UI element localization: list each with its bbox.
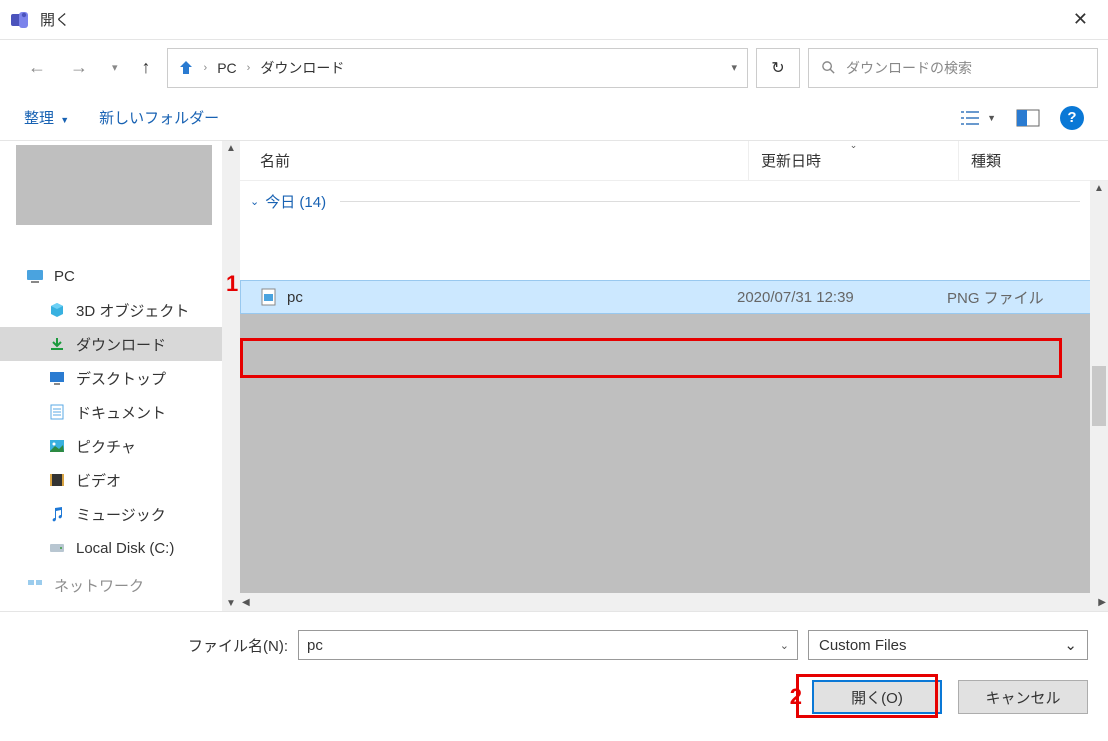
pictures-icon (48, 437, 66, 455)
filename-label: ファイル名(N): (188, 635, 288, 656)
history-dropdown-icon[interactable]: ▾ (104, 55, 126, 80)
filename-input[interactable]: pc ⌄ (298, 630, 798, 660)
tree-item-videos[interactable]: ビデオ (0, 463, 222, 497)
group-header-today[interactable]: ⌄ 今日 (14) (240, 181, 1108, 218)
breadcrumb-sep-icon: › (247, 62, 251, 74)
preview-thumbnail (16, 145, 212, 225)
music-icon (48, 505, 66, 523)
search-placeholder: ダウンロードの検索 (846, 58, 972, 78)
breadcrumb-pc[interactable]: PC (217, 60, 236, 76)
filename-value: pc (307, 637, 323, 654)
annotation-number-1: 1 (226, 271, 238, 297)
network-icon (26, 576, 44, 594)
location-icon (178, 60, 194, 76)
sidebar-scrollbar[interactable]: ▲ ▼ (222, 141, 240, 611)
folder-tree: PC 3D オブジェクト ダウンロード デスクトップ ドキュメント ピクチャ (0, 141, 222, 611)
column-name[interactable]: 名前 (260, 150, 748, 171)
horizontal-scrollbar[interactable]: ◀ ▶ (240, 593, 1108, 611)
file-area: ⌄ 今日 (14) pc 2020/07/31 12:39 PNG ファイル ▲ (240, 181, 1108, 593)
file-date: 2020/07/31 12:39 (737, 289, 947, 306)
tree-item-desktop[interactable]: デスクトップ (0, 361, 222, 395)
column-type[interactable]: 種類 (958, 141, 1108, 180)
downloads-icon (48, 335, 66, 353)
column-date[interactable]: ⌄更新日時 (748, 141, 958, 180)
videos-icon (48, 471, 66, 489)
vertical-scrollbar[interactable]: ▲ ▼ (1090, 181, 1108, 593)
help-button[interactable]: ? (1060, 106, 1084, 130)
file-list-pane: 名前 ⌄更新日時 種類 ⌄ 今日 (14) pc 2020/07/31 12:3… (240, 141, 1108, 611)
navigation-bar: ← → ▾ ↑ › PC › ダウンロード ▾ ↻ ダウンロードの検索 (0, 40, 1108, 95)
3d-objects-icon (48, 301, 66, 319)
search-icon (821, 60, 836, 75)
scroll-left-icon[interactable]: ◀ (242, 597, 250, 608)
view-options-button[interactable]: ▼ (959, 109, 996, 127)
tree-item-3d-objects[interactable]: 3D オブジェクト (0, 293, 222, 327)
scrollbar-thumb[interactable] (1092, 366, 1106, 426)
scroll-right-icon[interactable]: ▶ (1098, 597, 1106, 608)
chevron-down-icon[interactable]: ⌄ (1064, 636, 1077, 654)
toolbar: 整理 ▼ 新しいフォルダー ▼ ? (0, 95, 1108, 141)
file-type: PNG ファイル (947, 287, 1107, 308)
column-headers: 名前 ⌄更新日時 種類 (240, 141, 1108, 181)
file-icon (261, 288, 277, 306)
chevron-down-icon[interactable]: ⌄ (780, 639, 789, 652)
scroll-down-icon[interactable]: ▼ (226, 598, 236, 609)
annotation-number-2: 2 (790, 684, 802, 710)
file-row[interactable]: pc 2020/07/31 12:39 PNG ファイル (240, 280, 1108, 314)
cancel-button[interactable]: キャンセル (958, 680, 1088, 714)
tree-item-pictures[interactable]: ピクチャ (0, 429, 222, 463)
close-icon[interactable]: ✕ (1063, 5, 1098, 34)
app-icon (10, 10, 30, 30)
address-dropdown-icon[interactable]: ▾ (731, 61, 737, 74)
tree-item-local-disk[interactable]: Local Disk (C:) (0, 531, 222, 565)
documents-icon (48, 403, 66, 421)
sidebar: PC 3D オブジェクト ダウンロード デスクトップ ドキュメント ピクチャ (0, 141, 240, 611)
title-bar: 開く ✕ (0, 0, 1108, 40)
file-name: pc (287, 289, 303, 306)
tree-item-documents[interactable]: ドキュメント (0, 395, 222, 429)
tree-item-network[interactable]: ネットワーク (0, 575, 222, 595)
address-bar[interactable]: › PC › ダウンロード ▾ (167, 48, 748, 88)
tree-item-downloads[interactable]: ダウンロード (0, 327, 222, 361)
annotation-box-1 (240, 338, 1062, 378)
tree-item-pc[interactable]: PC (0, 259, 222, 293)
preview-pane-button[interactable] (1016, 109, 1040, 127)
breadcrumb-sep-icon: › (204, 62, 208, 74)
back-button[interactable]: ← (20, 51, 54, 84)
up-button[interactable]: ↑ (134, 51, 159, 84)
chevron-down-icon: ⌄ (250, 195, 259, 208)
filetype-select[interactable]: Custom Files ⌄ (808, 630, 1088, 660)
refresh-button[interactable]: ↻ (756, 48, 800, 88)
scroll-up-icon[interactable]: ▲ (1094, 183, 1104, 194)
filetype-value: Custom Files (819, 637, 907, 654)
open-button[interactable]: 開く(O) (812, 680, 942, 714)
new-folder-button[interactable]: 新しいフォルダー (99, 107, 219, 128)
chevron-down-icon: ▼ (60, 115, 69, 125)
search-input[interactable]: ダウンロードの検索 (808, 48, 1098, 88)
footer: ファイル名(N): pc ⌄ Custom Files ⌄ 2 開く(O) キャ… (0, 611, 1108, 724)
tree-item-music[interactable]: ミュージック (0, 497, 222, 531)
sort-indicator-icon: ⌄ (850, 140, 858, 151)
scroll-up-icon[interactable]: ▲ (226, 143, 236, 154)
desktop-icon (48, 369, 66, 387)
window-title: 開く (40, 9, 70, 30)
chevron-down-icon: ▼ (987, 113, 996, 123)
body-area: PC 3D オブジェクト ダウンロード デスクトップ ドキュメント ピクチャ (0, 141, 1108, 611)
organize-button[interactable]: 整理 ▼ (24, 107, 69, 128)
breadcrumb-downloads[interactable]: ダウンロード (260, 58, 344, 78)
pc-icon (26, 267, 44, 285)
disk-icon (48, 539, 66, 557)
forward-button[interactable]: → (62, 51, 96, 84)
